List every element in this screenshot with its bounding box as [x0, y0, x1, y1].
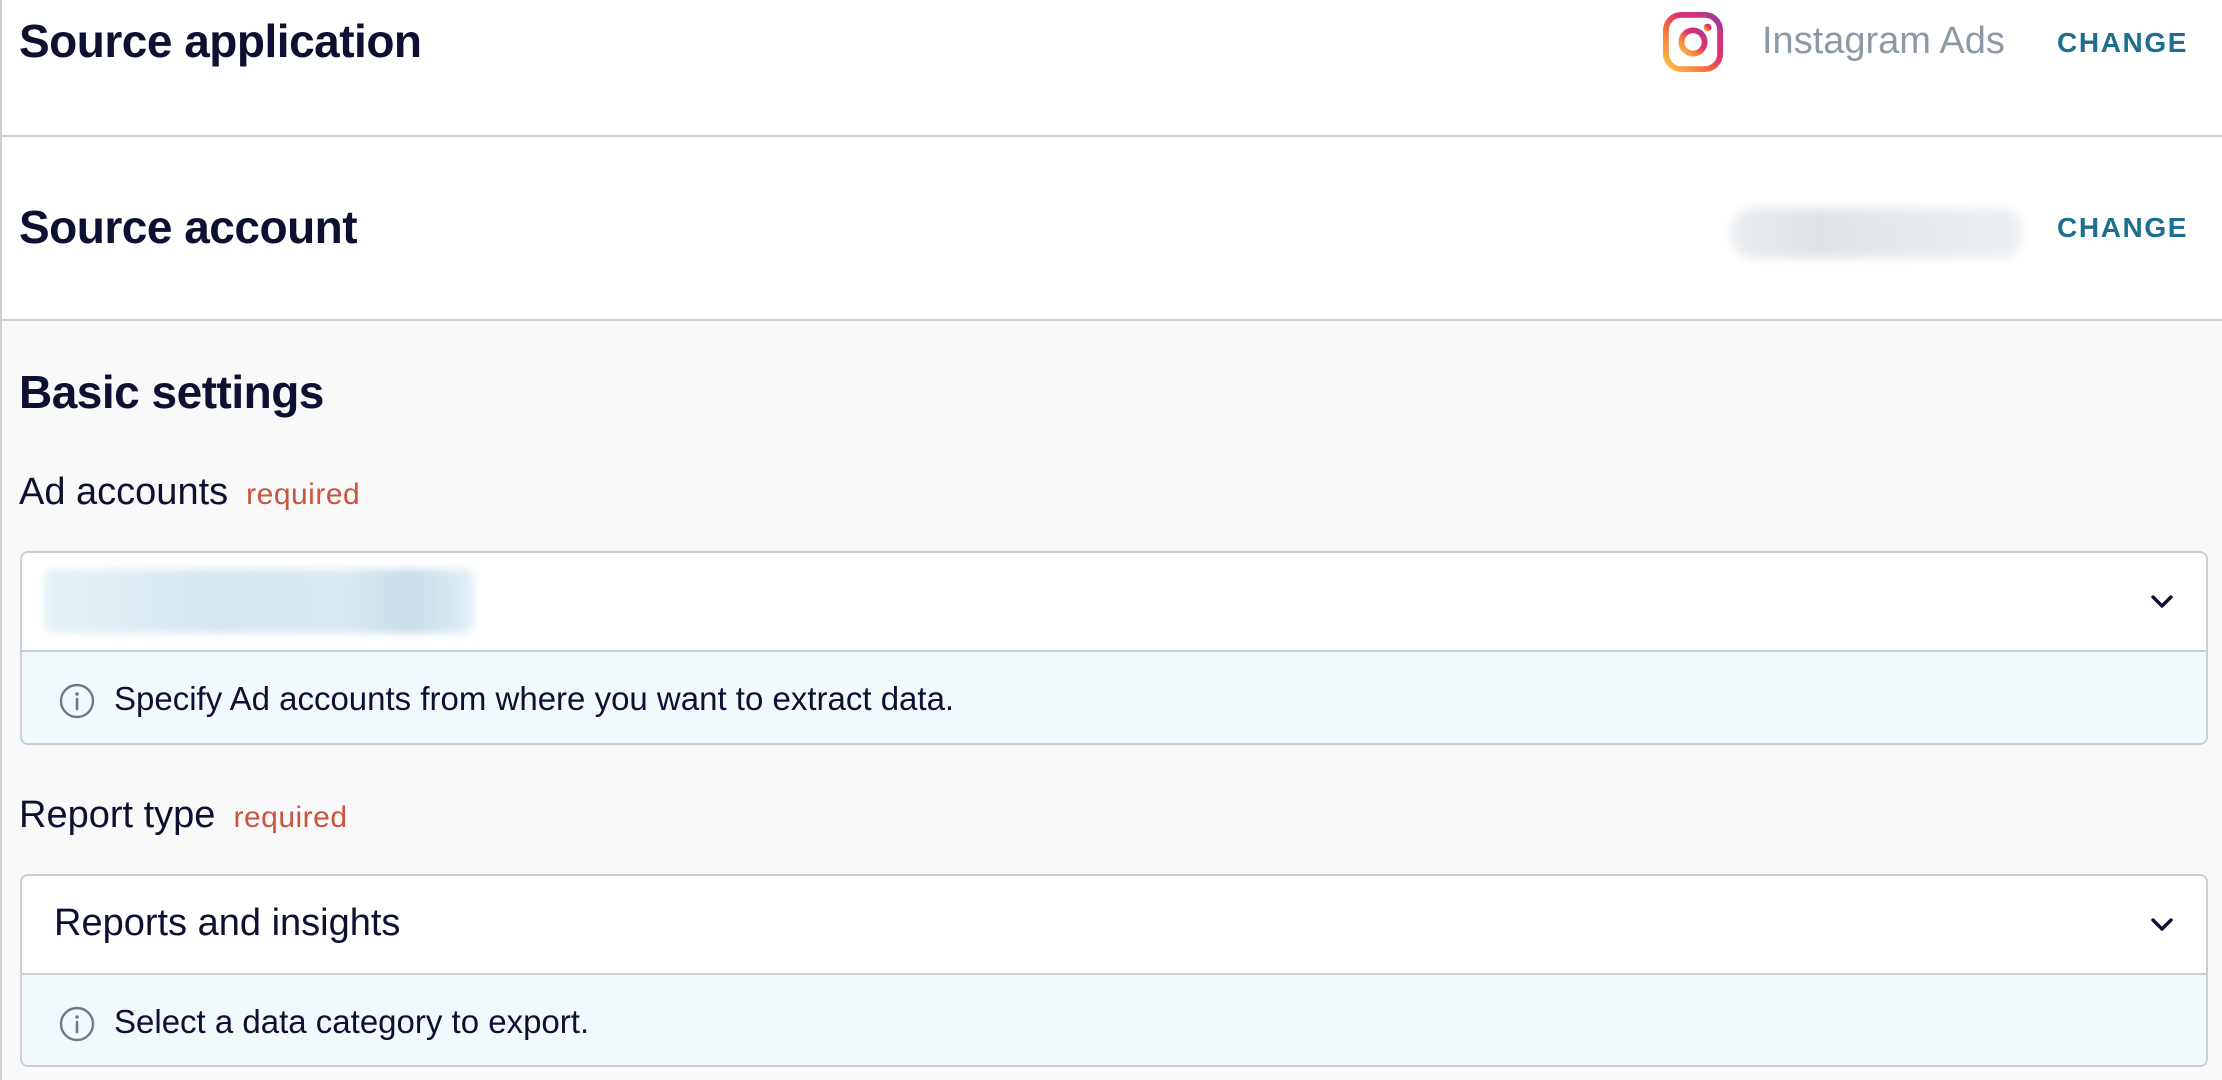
source-application-row: Source application Instagram Ads CHANGE	[2, 0, 2222, 137]
basic-settings-title: Basic settings	[19, 366, 324, 418]
report-type-label: Report type required	[19, 794, 348, 837]
report-type-required-badge: required	[233, 801, 348, 834]
chevron-down-icon[interactable]	[2146, 908, 2178, 940]
info-icon	[59, 1006, 95, 1042]
instagram-icon	[1662, 11, 1724, 73]
basic-settings-panel: Basic settings Ad accounts required Speci…	[2, 321, 2222, 1080]
ad-accounts-label: Ad accounts required	[19, 471, 360, 514]
report-type-help-text: Select a data category to export.	[114, 1003, 590, 1040]
source-account-row: Source account CHANGE	[2, 137, 2222, 321]
change-source-app-button[interactable]: CHANGE	[2057, 27, 2188, 59]
source-account-title: Source account	[19, 201, 358, 253]
report-type-label-text: Report type	[19, 794, 216, 836]
ad-accounts-help-text: Specify Ad accounts from where you want …	[114, 680, 955, 717]
info-icon	[59, 683, 95, 719]
ad-account-chip-redacted[interactable]	[44, 569, 474, 633]
source-account-name-redacted	[1732, 208, 2022, 258]
ad-accounts-dropdown[interactable]	[22, 553, 2206, 652]
ad-accounts-help: Specify Ad accounts from where you want …	[22, 652, 2206, 743]
change-source-account-button[interactable]: CHANGE	[2057, 212, 2188, 244]
report-type-select: Reports and insights Select a data categ…	[20, 874, 2208, 1067]
report-type-help: Select a data category to export.	[22, 975, 2206, 1065]
source-app-name: Instagram Ads	[1762, 20, 2005, 62]
ad-accounts-label-text: Ad accounts	[19, 471, 229, 513]
source-application-title: Source application	[19, 15, 422, 67]
ad-accounts-required-badge: required	[246, 478, 361, 511]
report-type-dropdown[interactable]: Reports and insights	[22, 876, 2206, 975]
chevron-down-icon[interactable]	[2146, 585, 2178, 617]
connector-settings-page: Source application Instagram Ads CHANGE …	[0, 0, 2222, 1080]
report-type-value[interactable]: Reports and insights	[54, 902, 400, 945]
ad-accounts-select: Specify Ad accounts from where you want …	[20, 551, 2208, 745]
